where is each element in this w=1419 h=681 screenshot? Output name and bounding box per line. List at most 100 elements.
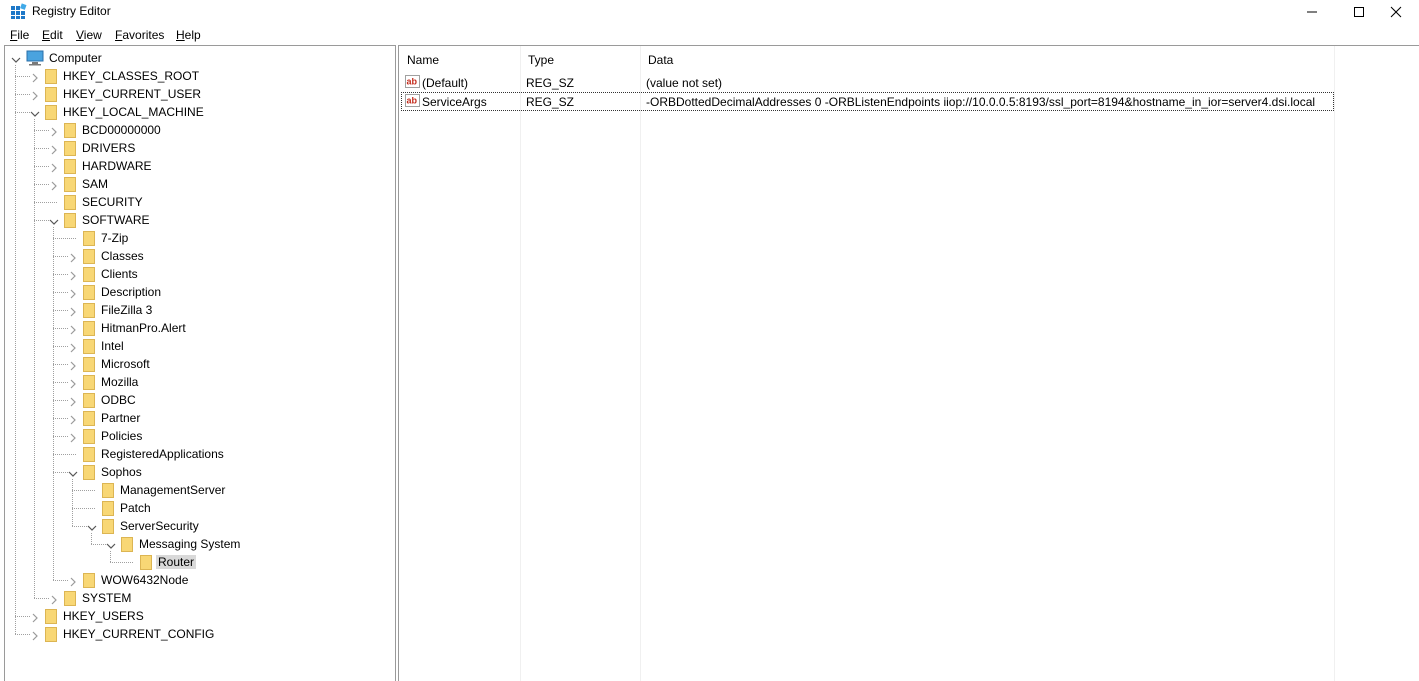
chevron-down-icon[interactable] [11, 54, 21, 64]
tree-item[interactable]: SECURITY [5, 193, 393, 211]
menu-edit[interactable]: Edit [42, 28, 63, 42]
tree-item[interactable]: Classes [5, 247, 393, 265]
tree-item[interactable]: Policies [5, 427, 393, 445]
tree-item-computer[interactable]: Computer [5, 49, 393, 67]
tree-item[interactable]: Clients [5, 265, 393, 283]
tree-item-label: HKEY_LOCAL_MACHINE [63, 105, 204, 119]
key-tree-pane[interactable]: Computer HKEY_CLASSES_ROOT HKEY_CURRENT_U… [4, 45, 396, 681]
tree-item[interactable]: HARDWARE [5, 157, 393, 175]
tree-item[interactable]: HitmanPro.Alert [5, 319, 393, 337]
computer-icon [26, 50, 44, 66]
chevron-right-icon[interactable] [30, 612, 40, 623]
tree-item[interactable]: FileZilla 3 [5, 301, 393, 319]
column-header-name[interactable]: Name [399, 46, 520, 68]
chevron-right-icon[interactable] [68, 360, 78, 371]
tree-item[interactable]: Description [5, 283, 393, 301]
tree-item[interactable]: Patch [5, 499, 393, 517]
chevron-down-icon[interactable] [106, 540, 116, 550]
tree-item[interactable]: HKEY_CLASSES_ROOT [5, 67, 393, 85]
tree-item-label: SYSTEM [82, 591, 132, 605]
tree-item-label: Computer [49, 51, 102, 65]
tree-item[interactable]: Intel [5, 337, 393, 355]
value-row[interactable]: ab (Default) REG_SZ (value not set) [402, 74, 1333, 91]
chevron-right-icon[interactable] [49, 144, 59, 155]
tree-item-label: WOW6432Node [101, 573, 189, 587]
close-icon [1390, 6, 1402, 18]
svg-text:ab: ab [407, 96, 418, 106]
value-name-cell: ServiceArgs [422, 95, 487, 109]
tree-item[interactable]: Sophos [5, 463, 393, 481]
tree-item[interactable]: WOW6432Node [5, 571, 393, 589]
folder-icon [140, 555, 152, 570]
tree-item-label: ManagementServer [120, 483, 226, 497]
column-header-type[interactable]: Type [520, 46, 640, 68]
chevron-down-icon[interactable] [87, 522, 97, 532]
folder-icon [83, 285, 95, 300]
chevron-right-icon[interactable] [49, 180, 59, 191]
tree-item[interactable]: HKEY_LOCAL_MACHINE [5, 103, 393, 121]
tree-item[interactable]: SYSTEM [5, 589, 393, 607]
tree-item[interactable]: 7-Zip [5, 229, 393, 247]
chevron-right-icon[interactable] [68, 576, 78, 587]
window-title: Registry Editor [32, 4, 111, 18]
folder-icon [83, 357, 95, 372]
values-list-pane[interactable]: Name Type Data ab (Default) REG_SZ (value n… [398, 45, 1419, 681]
tree-item[interactable]: Microsoft [5, 355, 393, 373]
tree-item[interactable]: Messaging System [5, 535, 393, 553]
tree-item[interactable]: HKEY_CURRENT_USER [5, 85, 393, 103]
tree-item[interactable]: Partner [5, 409, 393, 427]
menu-favorites[interactable]: Favorites [115, 28, 164, 42]
chevron-right-icon[interactable] [49, 162, 59, 173]
tree-item[interactable]: ServerSecurity [5, 517, 393, 535]
tree-connector-line [72, 508, 95, 509]
chevron-right-icon[interactable] [49, 594, 59, 605]
chevron-right-icon[interactable] [68, 270, 78, 281]
tree-item[interactable]: Router [5, 553, 393, 571]
column-header-data[interactable]: Data [640, 46, 1334, 68]
chevron-right-icon[interactable] [68, 342, 78, 353]
chevron-right-icon[interactable] [68, 378, 78, 389]
chevron-right-icon[interactable] [68, 324, 78, 335]
chevron-right-icon[interactable] [68, 288, 78, 299]
tree-item-label: SOFTWARE [82, 213, 150, 227]
title-bar: Registry Editor [0, 0, 1419, 24]
tree-item[interactable]: RegisteredApplications [5, 445, 393, 463]
chevron-down-icon[interactable] [68, 468, 78, 478]
tree-item[interactable]: SOFTWARE [5, 211, 393, 229]
chevron-right-icon[interactable] [68, 414, 78, 425]
menu-file[interactable]: File [10, 28, 29, 42]
tree-item-label: Messaging System [139, 537, 241, 551]
chevron-right-icon[interactable] [30, 630, 40, 641]
minimize-button[interactable] [1289, 0, 1335, 24]
tree-item[interactable]: SAM [5, 175, 393, 193]
chevron-right-icon[interactable] [30, 90, 40, 101]
tree-item[interactable]: ODBC [5, 391, 393, 409]
tree-item[interactable]: HKEY_USERS [5, 607, 393, 625]
chevron-right-icon[interactable] [49, 126, 59, 137]
maximize-icon [1354, 7, 1364, 17]
folder-icon [64, 123, 76, 138]
tree-item-label: BCD00000000 [82, 123, 161, 137]
chevron-right-icon[interactable] [68, 252, 78, 263]
tree-item-label: SAM [82, 177, 109, 191]
tree-item-label: Sophos [101, 465, 142, 479]
tree-item-label: Policies [101, 429, 143, 443]
menu-view[interactable]: View [76, 28, 102, 42]
chevron-right-icon[interactable] [30, 72, 40, 83]
tree-item[interactable]: DRIVERS [5, 139, 393, 157]
tree-item[interactable]: ManagementServer [5, 481, 393, 499]
tree-item-label: HKEY_USERS [63, 609, 144, 623]
menu-help[interactable]: Help [176, 28, 201, 42]
folder-icon [64, 591, 76, 606]
tree-item[interactable]: Mozilla [5, 373, 393, 391]
chevron-right-icon[interactable] [68, 306, 78, 317]
tree-item[interactable]: HKEY_CURRENT_CONFIG [5, 625, 393, 643]
tree-item[interactable]: BCD00000000 [5, 121, 393, 139]
chevron-right-icon[interactable] [68, 396, 78, 407]
value-row[interactable]: ab ServiceArgs REG_SZ -ORBDottedDecimalAddr… [401, 92, 1334, 111]
chevron-right-icon[interactable] [68, 432, 78, 443]
close-button[interactable] [1373, 0, 1419, 24]
chevron-down-icon[interactable] [30, 108, 40, 118]
svg-text:ab: ab [407, 77, 418, 87]
chevron-down-icon[interactable] [49, 216, 59, 226]
